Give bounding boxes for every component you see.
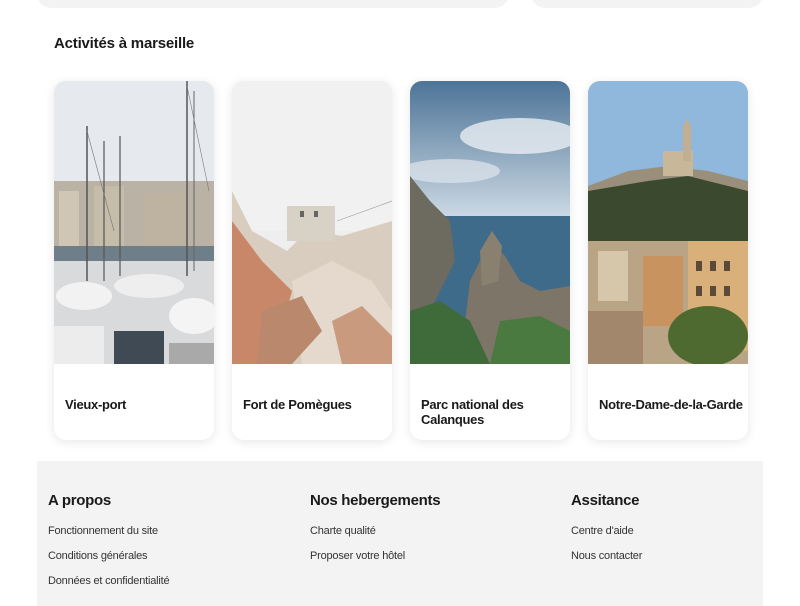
activity-card-label: Vieux-port	[65, 397, 127, 412]
footer-link-fonctionnement[interactable]: Fonctionnement du site	[48, 524, 169, 549]
footer-link-proposer-hotel[interactable]: Proposer votre hôtel	[310, 549, 440, 574]
vieux-port-image	[54, 81, 214, 364]
activity-card-label: Notre-Dame-de-la-Garde	[599, 397, 743, 412]
footer-link-contact[interactable]: Nous contacter	[571, 549, 642, 574]
notre-dame-image	[588, 81, 748, 364]
site-footer: A propos Fonctionnement du site Conditio…	[37, 461, 763, 606]
activity-card-vieux-port[interactable]: Vieux-port	[54, 81, 214, 440]
activity-card-label: Parc national des Calanques	[421, 397, 524, 427]
footer-column-about: A propos Fonctionnement du site Conditio…	[48, 492, 170, 599]
footer-link-centre-aide[interactable]: Centre d'aide	[571, 524, 642, 549]
footer-column-hebergements: Nos hebergements Charte qualité Proposer…	[310, 492, 441, 574]
top-panel-left	[37, 0, 509, 8]
footer-link-charte[interactable]: Charte qualité	[310, 524, 440, 549]
footer-link-confidentialite[interactable]: Données et confidentialité	[48, 574, 170, 599]
top-panel-right	[531, 0, 763, 8]
activities-title: Activités à marseille	[54, 35, 195, 52]
activity-card-fort-pomegues[interactable]: Fort de Pomègues	[232, 81, 392, 440]
footer-link-conditions[interactable]: Conditions générales	[48, 549, 169, 574]
footer-column-title: Nos hebergements	[310, 492, 441, 509]
footer-column-assistance: Assitance Centre d'aide Nous contacter	[571, 492, 642, 574]
footer-column-title: Assitance	[571, 492, 640, 509]
activities-card-list: Vieux-port Fort de Pomègues Parc nationa…	[54, 81, 754, 441]
fort-pomegues-image	[232, 81, 392, 364]
activity-card-label: Fort de Pomègues	[243, 397, 352, 412]
activity-card-notre-dame[interactable]: Notre-Dame-de-la-Garde	[588, 81, 748, 440]
footer-column-title: A propos	[48, 492, 111, 509]
activity-card-calanques[interactable]: Parc national des Calanques	[410, 81, 570, 440]
calanques-image	[410, 81, 570, 364]
